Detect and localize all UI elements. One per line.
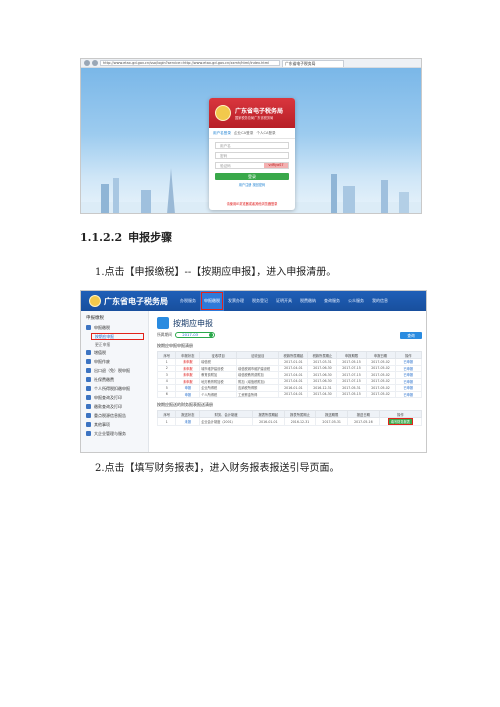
sidebar-item[interactable]: 出口退（免）税申报	[81, 366, 148, 375]
menu-icon	[86, 368, 91, 373]
sidebar-item[interactable]: 重点税源信息报告	[81, 411, 148, 420]
sidebar-item[interactable]: 大企业管理与服务	[81, 429, 148, 438]
address-bar[interactable]: http://www.etax-gd.gov.cn/sso/login?serv…	[100, 60, 280, 66]
sidebar-item[interactable]: 其他事项	[81, 420, 148, 429]
menu-icon	[86, 386, 91, 391]
nav-item[interactable]: 查询服务	[320, 291, 344, 311]
nav-item[interactable]: 我的信息	[368, 291, 392, 311]
menu-icon	[86, 413, 91, 418]
login-title: 广东省电子税务局	[235, 108, 284, 115]
tab-company-ca-login[interactable]: 企业CA登录	[234, 131, 253, 136]
tax-emblem-icon	[89, 295, 101, 307]
page-title: 按期应申报	[173, 318, 213, 328]
section-title-declarations: 按期应申报申报清册	[157, 343, 193, 348]
sidebar-item[interactable]: 申报查询及打印	[81, 393, 148, 402]
main-nav: 办税服务 申报缴税 发票办理 税务登记 证明开具 税费缴纳 查询服务 公众服务 …	[176, 291, 392, 311]
nav-item[interactable]: 公众服务	[344, 291, 368, 311]
browser-tab[interactable]: 广东省电子税务局	[282, 59, 344, 67]
period-label: 所属期间	[157, 332, 173, 337]
sidebar-title: 申报缴税	[86, 316, 104, 321]
nav-item[interactable]: 税费缴纳	[296, 291, 320, 311]
step-1-text: 1.点击【申报缴税】--【按期应申报】，进入申报清册。	[95, 267, 337, 278]
sidebar-item[interactable]: 增值税	[81, 348, 148, 357]
nav-item[interactable]: 发票办理	[224, 291, 248, 311]
tab-personal-ca-login[interactable]: 个人CA登录	[256, 131, 275, 136]
tab-username-login[interactable]: 用户名登录	[213, 131, 231, 136]
browser-toolbar: http://www.etax-gd.gov.cn/sso/login?serv…	[81, 59, 421, 68]
captcha-field[interactable]: 验证码 vdRyaS7	[215, 162, 289, 169]
declarations-table: 序号 申报状态 征收项目 征收品目 税款所属期起 税款所属期止 申报期限 申报日…	[156, 351, 423, 398]
document-icon	[157, 317, 169, 329]
sidebar-item[interactable]: 社保费缴费	[81, 375, 148, 384]
username-field[interactable]: 用户名	[215, 142, 289, 149]
table-header-row: 序号 申报状态 征收项目 征收品目 税款所属期起 税款所属期止 申报期限 申报日…	[156, 351, 423, 359]
table-header-row: 序号 报送状态 财务、会计制度 报表所属期起 报表所属期止 报送期限 报送日期 …	[156, 410, 423, 418]
nav-item[interactable]: 税务登记	[248, 291, 272, 311]
nav-item[interactable]: 办税服务	[176, 291, 200, 311]
step-2-text: 2.点击【填写财务报表】，进入财务报表报送引导页面。	[95, 463, 340, 474]
section-heading: 1.1.2.2 申报步骤	[80, 229, 172, 245]
main-content: 按期应申报 所属期间 2017-03 查询 按期应申报申报清册 序号 申报状态 …	[151, 311, 426, 452]
site-name: 广东省电子税务局	[104, 296, 168, 306]
table-row: 1 未报 企业会计制度（2001） 2016-01-01 2016-12-31 …	[156, 417, 423, 426]
menu-icon	[86, 359, 91, 364]
heading-number: 1.1.2.2	[80, 231, 123, 244]
site-header: 广东省电子税务局 办税服务 申报缴税 发票办理 税务登记 证明开具 税费缴纳 查…	[81, 291, 426, 311]
menu-icon	[86, 377, 91, 382]
nav-item-active[interactable]: 申报缴税	[200, 291, 224, 311]
menu-icon	[86, 422, 91, 427]
login-subtitle: 国家税务总局广东省税务局	[235, 116, 274, 120]
folder-icon	[86, 325, 91, 330]
fill-financial-report-button[interactable]: 填写财务报表	[387, 418, 413, 425]
sidebar-subitem-selected[interactable]: 按期应申报	[91, 333, 144, 340]
section-title-financial-reports: 按期应报送的财务报表报送清册	[157, 402, 213, 407]
login-screenshot: http://www.etax-gd.gov.cn/sso/login?serv…	[80, 58, 422, 214]
password-field[interactable]: 密码	[215, 152, 289, 159]
login-footer-notice: 请使用IE浏览器或者其他浏览器登录	[226, 202, 278, 206]
financial-reports-table: 序号 报送状态 财务、会计制度 报表所属期起 报表所属期止 报送期限 报送日期 …	[156, 410, 423, 426]
login-card: 广东省电子税务局 国家税务总局广东省税务局 用户名登录 企业CA登录 个人CA登…	[209, 98, 295, 210]
forward-icon[interactable]	[92, 60, 98, 66]
sidebar-item-declare[interactable]: 申报缴税	[81, 323, 148, 332]
left-sidebar: 申报缴税 申报缴税 按期应申报 更正申报 增值税 申报作废 出口退（免）税申报 …	[81, 311, 149, 452]
table-row: 6 申报 个人所得税 工资薪金所得 2017-04-01 2017-04-30 …	[156, 390, 423, 398]
sidebar-item[interactable]: 申报作废	[81, 357, 148, 366]
menu-icon	[86, 395, 91, 400]
menu-icon	[86, 431, 91, 436]
query-button[interactable]: 查询	[400, 331, 422, 339]
menu-icon	[86, 404, 91, 409]
login-header: 广东省电子税务局 国家税务总局广东省税务局	[209, 98, 295, 128]
tax-emblem-icon	[215, 105, 231, 121]
sidebar-item[interactable]: 缴款查询及打印	[81, 402, 148, 411]
period-selector[interactable]: 2017-03	[175, 332, 216, 338]
menu-icon	[86, 350, 91, 355]
heading-text: 申报步骤	[128, 231, 173, 244]
nav-item[interactable]: 证明开具	[272, 291, 296, 311]
declaration-screenshot: 广东省电子税务局 办税服务 申报缴税 发票办理 税务登记 证明开具 税费缴纳 查…	[80, 290, 427, 453]
login-page: 广东省电子税务局 国家税务总局广东省税务局 用户名登录 企业CA登录 个人CA登…	[81, 68, 421, 213]
sidebar-subitem[interactable]: 更正申报	[81, 341, 148, 348]
login-tabs: 用户名登录 企业CA登录 个人CA登录	[209, 128, 295, 139]
captcha-image[interactable]: vdRyaS7	[264, 163, 288, 168]
login-button[interactable]: 登录	[215, 173, 289, 180]
back-icon[interactable]	[84, 60, 90, 66]
login-links[interactable]: 用户注册 找回密码	[209, 182, 295, 187]
sidebar-item[interactable]: 个人所得税扣缴申报	[81, 384, 148, 393]
